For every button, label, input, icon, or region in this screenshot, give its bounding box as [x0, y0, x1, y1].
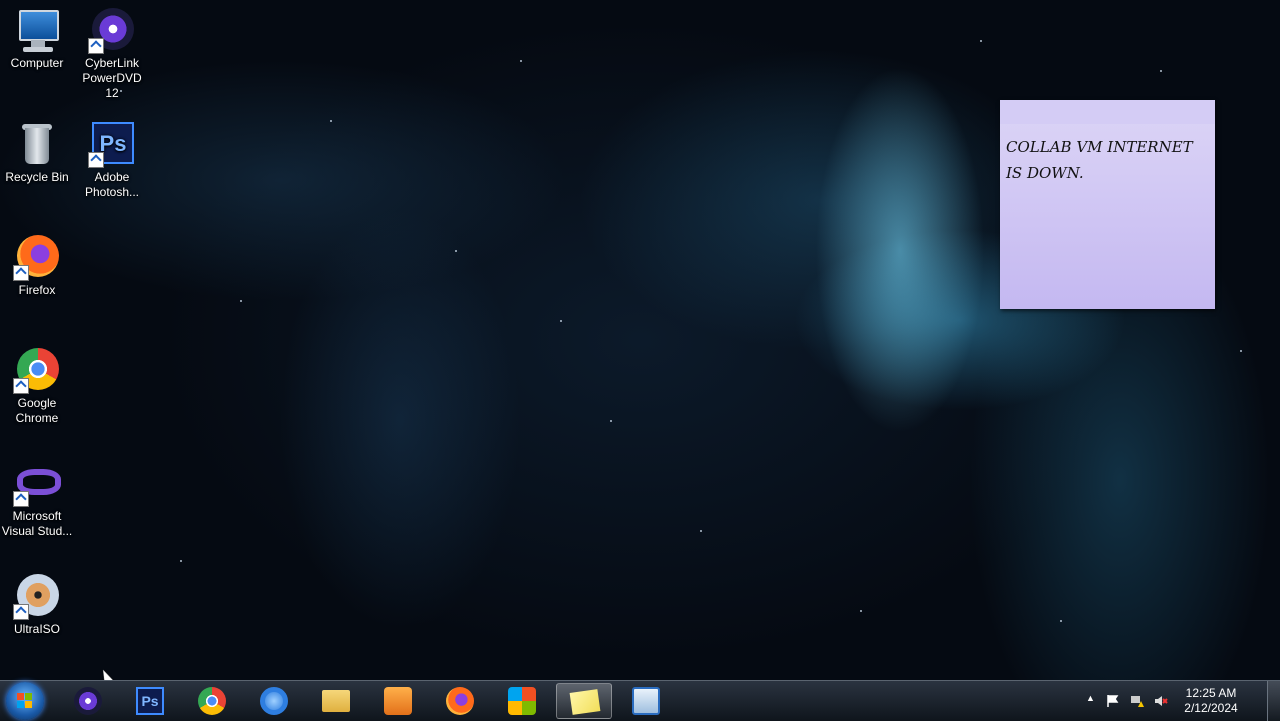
taskbar-internet-explorer[interactable] [246, 683, 302, 719]
desktop-icon-ultraiso[interactable]: UltraISO [0, 572, 74, 637]
desktop-icon-computer[interactable]: Computer [0, 6, 74, 71]
desktop-icon-label: CyberLink PowerDVD 12 [82, 56, 142, 100]
powerdvd-icon [88, 6, 136, 54]
photoshop-icon: Ps [136, 687, 164, 715]
taskbar-chrome[interactable] [184, 683, 240, 719]
taskbar-firefox[interactable] [432, 683, 488, 719]
action-center-flag-icon[interactable] [1106, 694, 1120, 708]
taskbar-powerdvd[interactable] [60, 683, 116, 719]
recycle-bin-icon [13, 120, 61, 168]
network-warning-icon[interactable] [1130, 694, 1144, 708]
taskbar-remote-desktop[interactable] [618, 683, 674, 719]
taskbar-windows-app[interactable] [494, 683, 550, 719]
computer-icon [13, 6, 61, 54]
volume-muted-icon[interactable] [1154, 694, 1168, 708]
sticky-notes-icon [569, 689, 601, 715]
desktop-icon-label: Recycle Bin [5, 170, 69, 184]
remote-desktop-icon [632, 687, 660, 715]
desktop-icon-label: Computer [10, 56, 64, 70]
desktop-icon-powerdvd[interactable]: CyberLink PowerDVD 12 [75, 6, 149, 101]
desktop-icon-label: Microsoft Visual Stud... [1, 509, 73, 538]
internet-explorer-icon [260, 687, 288, 715]
desktop-icon-chrome[interactable]: Google Chrome [0, 346, 74, 426]
sticky-note[interactable]: COLLAB VM INTERNET IS DOWN. [1000, 100, 1215, 309]
ultraiso-icon [13, 572, 61, 620]
desktop-icon-label: Google Chrome [15, 396, 59, 425]
taskbar-sticky-notes[interactable] [556, 683, 612, 719]
firefox-icon [13, 233, 61, 281]
desktop-icon-label: Adobe Photosh... [84, 170, 140, 199]
folder-icon [322, 690, 350, 712]
system-tray: ▲ 12:25 AM 2/12/2024 [1086, 681, 1266, 721]
taskbar-photoshop[interactable]: Ps [122, 683, 178, 719]
powerdvd-icon [74, 687, 102, 715]
windows-logo-icon [508, 687, 536, 715]
windows-flag-icon [17, 693, 33, 709]
clock-date: 2/12/2024 [1184, 701, 1238, 715]
desktop-icon-photoshop[interactable]: Ps Adobe Photosh... [75, 120, 149, 200]
taskbar-windows-explorer[interactable] [308, 683, 364, 719]
desktop-icon-visual-studio[interactable]: Microsoft Visual Stud... [0, 459, 74, 539]
show-hidden-icons-button[interactable]: ▲ [1086, 693, 1100, 707]
taskbar: Ps ▲ 12:25 AM 2/12/2024 [0, 680, 1280, 721]
visual-studio-icon [13, 459, 61, 507]
start-button[interactable] [6, 682, 44, 720]
sticky-note-titlebar[interactable] [1000, 100, 1215, 124]
media-player-icon [384, 687, 412, 715]
sticky-note-text[interactable]: COLLAB VM INTERNET IS DOWN. [1000, 124, 1215, 196]
photoshop-icon: Ps [88, 120, 136, 168]
desktop-icon-firefox[interactable]: Firefox [0, 233, 74, 298]
desktop-background: Computer CyberLink PowerDVD 12 Recycle B… [0, 0, 1280, 680]
chrome-icon [13, 346, 61, 394]
chrome-icon [198, 687, 226, 715]
show-desktop-button[interactable] [1267, 681, 1280, 721]
taskbar-media-player[interactable] [370, 683, 426, 719]
desktop-icon-recycle-bin[interactable]: Recycle Bin [0, 120, 74, 185]
desktop-icon-label: UltraISO [13, 622, 60, 636]
clock[interactable]: 12:25 AM 2/12/2024 [1180, 686, 1242, 716]
desktop-icon-label: Firefox [18, 283, 56, 297]
firefox-icon [446, 687, 474, 715]
clock-time: 12:25 AM [1185, 686, 1237, 700]
